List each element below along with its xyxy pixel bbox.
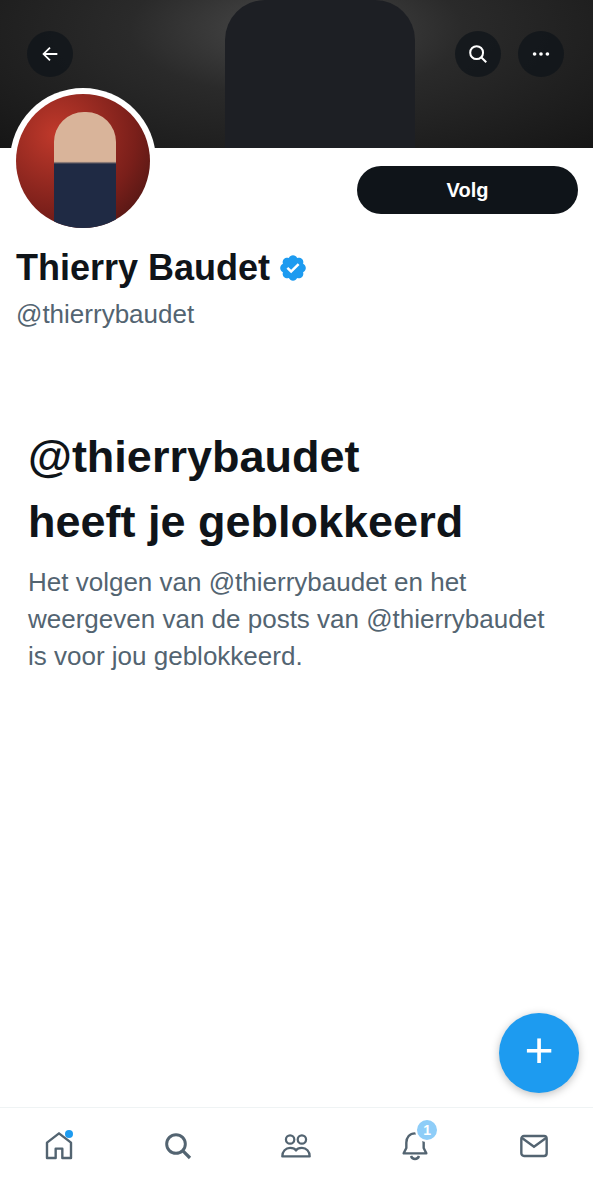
nav-item[interactable] [0,1108,119,1162]
communities-icon [279,1130,313,1162]
verified-badge-icon [278,253,308,283]
nav-item[interactable]: 1 [356,1108,475,1162]
notification-badge: 1 [415,1118,439,1142]
profile-handle: @thierrybaudet [16,296,578,332]
nav-item[interactable] [474,1108,593,1162]
more-icon [530,43,552,65]
back-button[interactable] [27,31,73,77]
profile-name: Thierry Baudet [16,244,270,292]
nav-item[interactable] [237,1108,356,1162]
search-button[interactable] [455,31,501,77]
blocked-description: Het volgen van @thierrybaudet en het wee… [28,564,569,675]
search-icon [467,43,489,65]
arrow-left-icon [39,43,61,65]
follow-button[interactable]: Volg [357,166,578,214]
more-button[interactable] [518,31,564,77]
nav-item[interactable] [119,1108,238,1162]
avatar-photo[interactable] [10,88,156,234]
blocked-notice: @thierrybaudetheeft je geblokkeerd Het v… [0,424,593,675]
compose-button[interactable]: + [499,1013,579,1093]
mail-icon [518,1130,550,1162]
new-posts-dot [65,1130,73,1138]
bottom-nav: 1 [0,1107,593,1200]
search-icon [162,1130,194,1162]
blocked-title: @thierrybaudetheeft je geblokkeerd [28,424,569,554]
profile-page: Volg Thierry Baudet @thierrybaudet @thie… [0,0,593,1200]
